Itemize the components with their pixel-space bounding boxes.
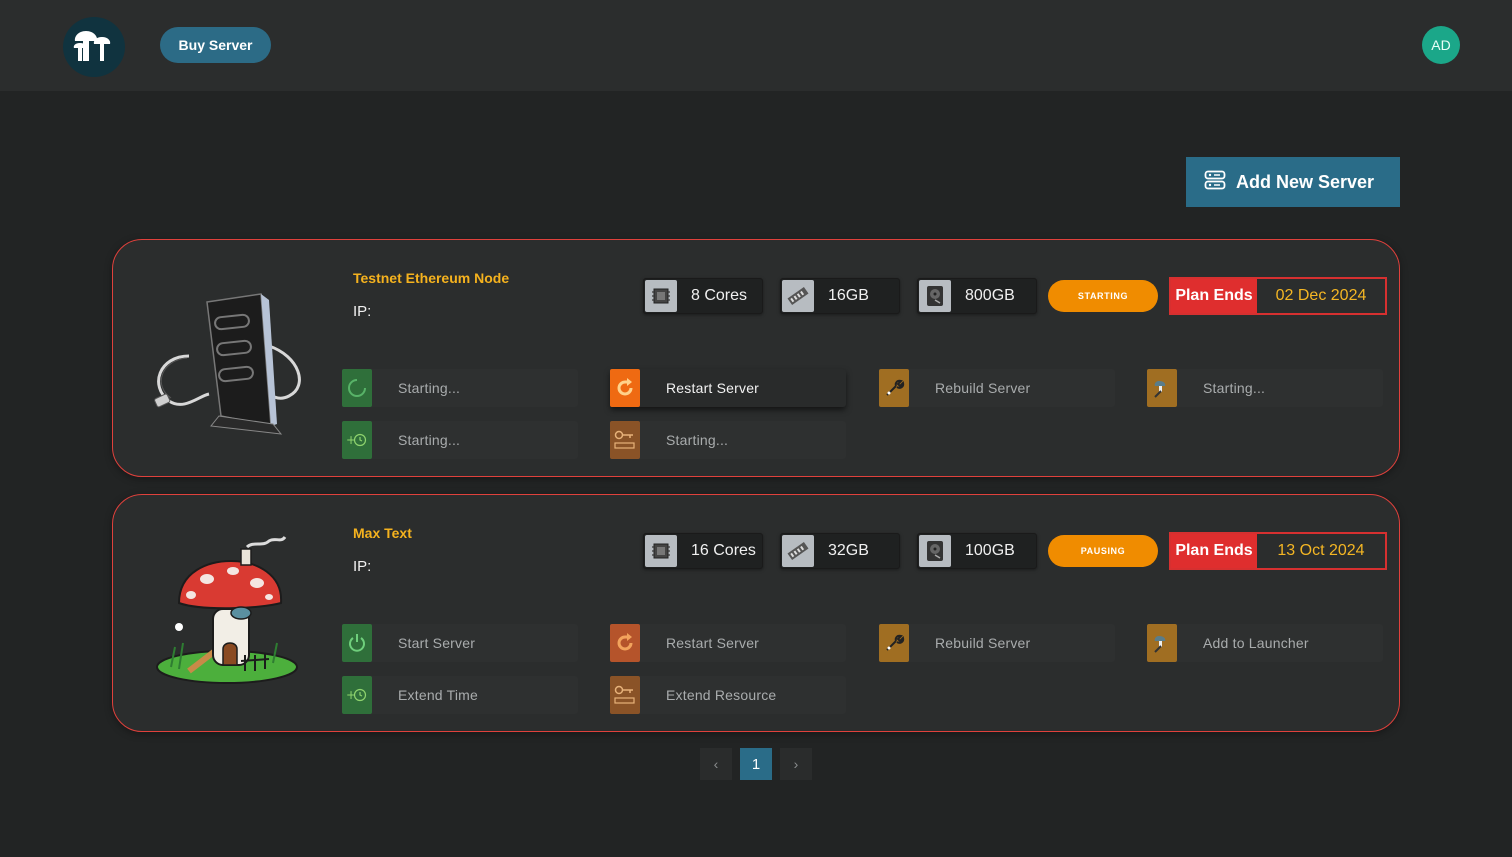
server-tower-icon [149, 276, 309, 436]
launcher-mushroom-icon [1147, 369, 1177, 407]
rebuild-server-button[interactable]: Rebuild Server [879, 624, 1115, 662]
user-avatar[interactable]: AD [1422, 26, 1460, 64]
server-stack-icon [1204, 170, 1226, 195]
plan-ends-label: Plan Ends [1171, 534, 1257, 568]
cpu-spec: 16 Cores [643, 533, 763, 569]
server-card: Testnet Ethereum Node IP: 8 Cores 16GB 8… [112, 239, 1400, 477]
add-new-server-label: Add New Server [1236, 171, 1375, 192]
ram-spec: 32GB [780, 533, 900, 569]
server-name: Testnet Ethereum Node [353, 270, 510, 286]
server-card: Max Text IP: 16 Cores 32GB 100GB PAUSING… [112, 494, 1400, 732]
pagination: ‹ 1 › [700, 748, 812, 780]
prev-page-button[interactable]: ‹ [700, 748, 732, 780]
plan-ends-badge: Plan Ends 02 Dec 2024 [1169, 277, 1387, 315]
ram-spec: 16GB [780, 278, 900, 314]
ram-value: 16GB [828, 287, 869, 304]
extend-time-label: Starting... [398, 432, 461, 448]
key-resource-icon [610, 676, 640, 714]
rebuild-server-label: Rebuild Server [935, 635, 1031, 651]
status-badge: STARTING [1048, 280, 1158, 312]
status-badge: PAUSING [1048, 535, 1158, 567]
wrench-icon [879, 624, 909, 662]
cpu-value: 8 Cores [691, 287, 748, 304]
cpu-value: 16 Cores [691, 542, 756, 559]
disk-value: 100GB [965, 542, 1015, 559]
add-clock-icon: + [342, 676, 372, 714]
launcher-mushroom-icon [1147, 624, 1177, 662]
rebuild-server-label: Rebuild Server [935, 380, 1031, 396]
rebuild-server-button[interactable]: Rebuild Server [879, 369, 1115, 407]
disk-spec: 800GB [917, 278, 1037, 314]
start-server-label: Start Server [398, 635, 476, 651]
server-ip: IP: [353, 558, 372, 575]
restart-server-label: Restart Server [666, 635, 760, 651]
ram-icon [782, 535, 814, 567]
add-to-launcher-button[interactable]: Add to Launcher [1147, 624, 1383, 662]
extend-resource-label: Starting... [666, 432, 729, 448]
add-to-launcher-label: Starting... [1203, 380, 1266, 396]
plan-ends-label: Plan Ends [1171, 279, 1257, 313]
ram-icon [782, 280, 814, 312]
server-name: Max Text [353, 525, 412, 541]
key-resource-icon [610, 421, 640, 459]
restart-server-button[interactable]: Restart Server [610, 624, 846, 662]
disk-spec: 100GB [917, 533, 1037, 569]
restart-server-label: Restart Server [666, 380, 760, 396]
extend-resource-label: Extend Resource [666, 687, 777, 703]
plan-ends-badge: Plan Ends 13 Oct 2024 [1169, 532, 1387, 570]
start-server-label: Starting... [398, 380, 461, 396]
disk-value: 800GB [965, 287, 1015, 304]
hard-disk-icon [919, 280, 951, 312]
loading-spinner-icon [342, 369, 372, 407]
add-to-launcher-label: Add to Launcher [1203, 635, 1309, 651]
mushroom-logo-icon[interactable] [63, 17, 125, 77]
restart-icon [610, 369, 640, 407]
add-new-server-button[interactable]: Add New Server [1186, 157, 1400, 207]
restart-server-button[interactable]: Restart Server [610, 369, 846, 407]
start-server-button[interactable]: Starting... [342, 369, 578, 407]
power-icon [342, 624, 372, 662]
page-1-button[interactable]: 1 [740, 748, 772, 780]
extend-time-button[interactable]: + Extend Time [342, 676, 578, 714]
next-page-button[interactable]: › [780, 748, 812, 780]
mushroom-house-icon [149, 531, 309, 691]
extend-resource-button[interactable]: Starting... [610, 421, 846, 459]
cpu-spec: 8 Cores [643, 278, 763, 314]
extend-time-label: Extend Time [398, 687, 479, 703]
cpu-icon [645, 280, 677, 312]
extend-time-button[interactable]: + Starting... [342, 421, 578, 459]
restart-icon [610, 624, 640, 662]
ram-value: 32GB [828, 542, 869, 559]
top-navbar: Buy Server AD [0, 0, 1512, 91]
add-to-launcher-button[interactable]: Starting... [1147, 369, 1383, 407]
server-ip: IP: [353, 303, 372, 320]
cpu-icon [645, 535, 677, 567]
add-clock-icon: + [342, 421, 372, 459]
hard-disk-icon [919, 535, 951, 567]
extend-resource-button[interactable]: Extend Resource [610, 676, 846, 714]
plan-end-date: 13 Oct 2024 [1277, 542, 1365, 559]
start-server-button[interactable]: Start Server [342, 624, 578, 662]
wrench-icon [879, 369, 909, 407]
plan-end-date: 02 Dec 2024 [1275, 287, 1367, 304]
buy-server-button[interactable]: Buy Server [160, 27, 271, 63]
